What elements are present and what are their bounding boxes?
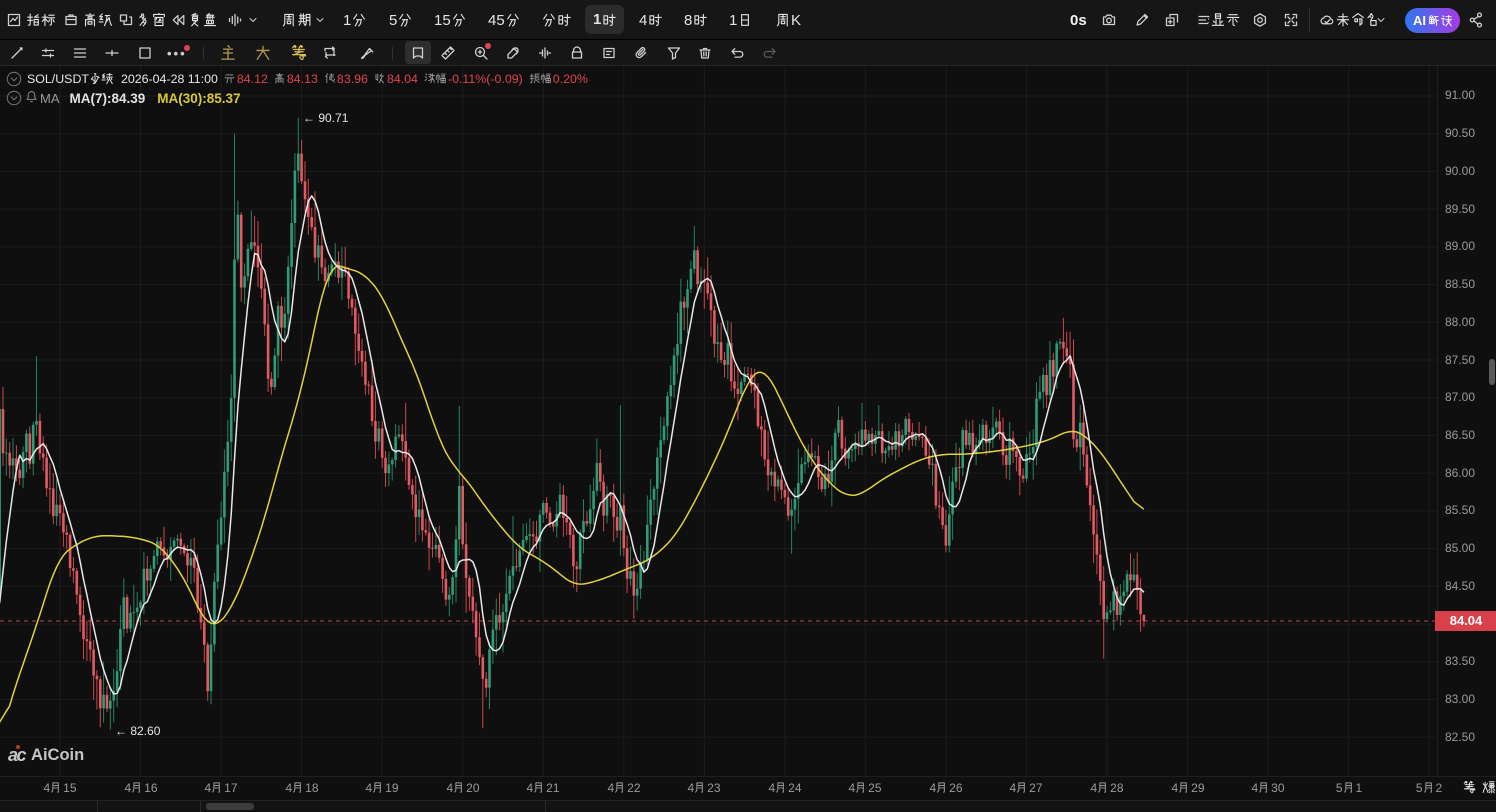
- svg-text:← 90.71: ← 90.71: [303, 111, 349, 125]
- svg-text:← 82.60: ← 82.60: [115, 724, 161, 738]
